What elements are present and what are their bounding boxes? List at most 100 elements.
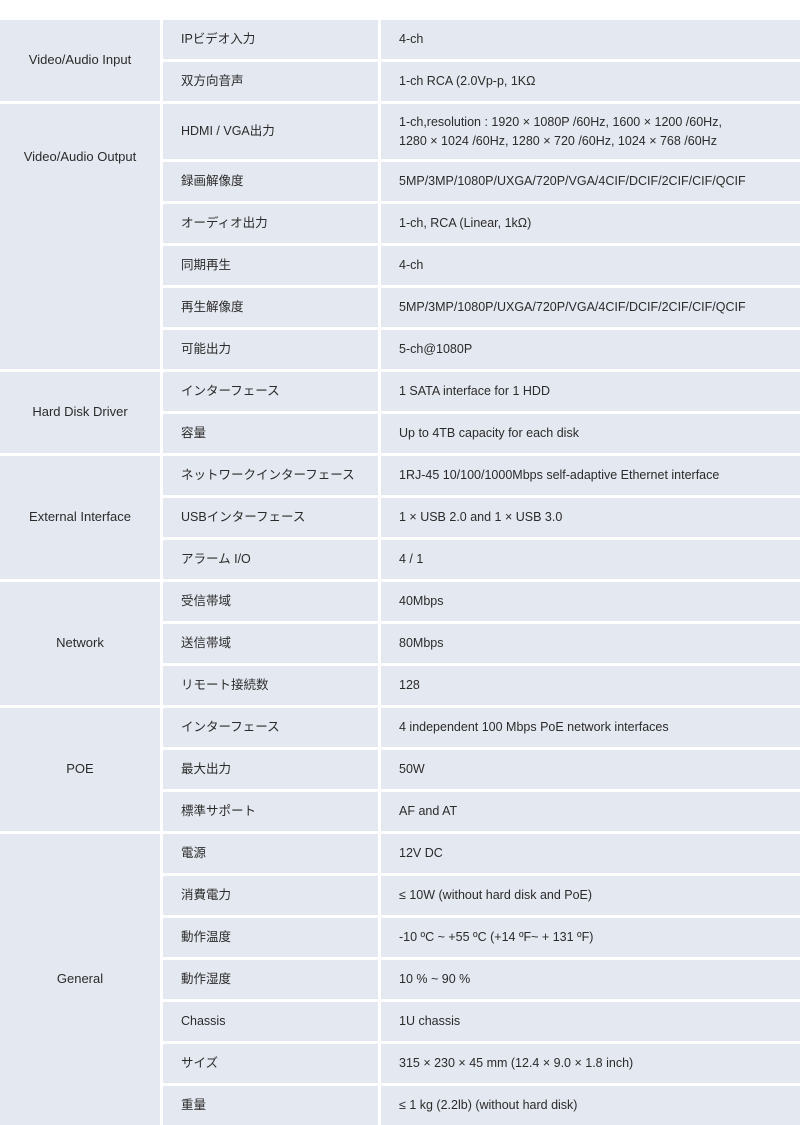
spec-group: POE インターフェース 4 independent 100 Mbps PoE ne… [0,708,800,831]
spec-row-key: 録画解像度 [163,162,378,201]
spec-row-value: ≤ 1 kg (2.2lb) (without hard disk) [381,1086,800,1125]
spec-row-value: 40Mbps [381,582,800,621]
spec-row: 送信帯域 80Mbps [163,624,800,663]
spec-group-rows: HDMI / VGA出力 1-ch,resolution : 1920 × 108… [163,104,800,369]
spec-group-label: External Interface [0,456,160,579]
spec-row-key: インターフェース [163,372,378,411]
spec-row-value: 4 independent 100 Mbps PoE network inter… [381,708,800,747]
spec-row: オーディオ出力 1-ch, RCA (Linear, 1kΩ) [163,204,800,243]
spec-row-value: 50W [381,750,800,789]
spec-row-key: 受信帯域 [163,582,378,621]
spec-group-rows: 電源 12V DC 消費電力 ≤ 10W (without hard disk and… [163,834,800,1125]
spec-row-value: 80Mbps [381,624,800,663]
spec-row-key: 動作湿度 [163,960,378,999]
spec-row-key: Chassis [163,1002,378,1041]
spec-row-value: AF and AT [381,792,800,831]
spec-group-label: POE [0,708,160,831]
spec-row-value: 5-ch@1080P [381,330,800,369]
spec-row: ネットワークインターフェース 1RJ-45 10/100/1000Mbps sel… [163,456,800,495]
spec-row: 同期再生 4-ch [163,246,800,285]
spec-group-label: General [0,834,160,1125]
spec-row-value: Up to 4TB capacity for each disk [381,414,800,453]
spec-row-value: 1-ch, RCA (Linear, 1kΩ) [381,204,800,243]
spec-row-value: 1 × USB 2.0 and 1 × USB 3.0 [381,498,800,537]
spec-row: 動作温度 -10 ºC ~ +55 ºC (+14 ºF~ + 131 ºF) [163,918,800,957]
spec-row-value: 4-ch [381,246,800,285]
spec-row: HDMI / VGA出力 1-ch,resolution : 1920 × 108… [163,104,800,159]
spec-row-value: 5MP/3MP/1080P/UXGA/720P/VGA/4CIF/DCIF/2C… [381,162,800,201]
spec-row-key: 容量 [163,414,378,453]
spec-row-value: 10 % ~ 90 % [381,960,800,999]
spec-row-value: 1 SATA interface for 1 HDD [381,372,800,411]
spec-row-value: 1RJ-45 10/100/1000Mbps self-adaptive Eth… [381,456,800,495]
spec-row-key: 重量 [163,1086,378,1125]
spec-row-key: 送信帯域 [163,624,378,663]
spec-row-value: 12V DC [381,834,800,873]
spec-row-key: 双方向音声 [163,62,378,101]
spec-row: アラーム I/O 4 / 1 [163,540,800,579]
spec-row: インターフェース 4 independent 100 Mbps PoE netwo… [163,708,800,747]
spec-row: 重量 ≤ 1 kg (2.2lb) (without hard disk) [163,1086,800,1125]
spec-row-key: 再生解像度 [163,288,378,327]
spec-row-key: 電源 [163,834,378,873]
spec-row-value: 4 / 1 [381,540,800,579]
spec-row: 双方向音声 1-ch RCA (2.0Vp-p, 1KΩ [163,62,800,101]
spec-group-rows: ネットワークインターフェース 1RJ-45 10/100/1000Mbps sel… [163,456,800,579]
spec-group-rows: インターフェース 1 SATA interface for 1 HDD 容量 Up t… [163,372,800,453]
spec-row-value: 1-ch RCA (2.0Vp-p, 1KΩ [381,62,800,101]
spec-row-value: 5MP/3MP/1080P/UXGA/720P/VGA/4CIF/DCIF/2C… [381,288,800,327]
spec-row-key: 可能出力 [163,330,378,369]
spec-group: Hard Disk Driver インターフェース 1 SATA interface… [0,372,800,453]
spec-row-key: 動作温度 [163,918,378,957]
spec-row: 再生解像度 5MP/3MP/1080P/UXGA/720P/VGA/4CIF/DC… [163,288,800,327]
spec-row: 受信帯域 40Mbps [163,582,800,621]
spec-group: Video/Audio Output HDMI / VGA出力 1-ch,resol… [0,104,800,369]
spec-row: 標準サポート AF and AT [163,792,800,831]
spec-row-key: サイズ [163,1044,378,1083]
spec-row: 可能出力 5-ch@1080P [163,330,800,369]
spec-row: 最大出力 50W [163,750,800,789]
spec-row-value: 315 × 230 × 45 mm (12.4 × 9.0 × 1.8 inch… [381,1044,800,1083]
specification-table: Video/Audio Input IPビデオ入力 4-ch 双方向音声 1-ch RC… [0,20,800,1125]
spec-group-label: Hard Disk Driver [0,372,160,453]
spec-row-key: リモート接続数 [163,666,378,705]
spec-row-key: 最大出力 [163,750,378,789]
spec-group-rows: IPビデオ入力 4-ch 双方向音声 1-ch RCA (2.0Vp-p, 1KΩ [163,20,800,101]
spec-row-key: 標準サポート [163,792,378,831]
spec-group-label: Network [0,582,160,705]
spec-row-key: アラーム I/O [163,540,378,579]
spec-row-value: 1U chassis [381,1002,800,1041]
spec-row-value: ≤ 10W (without hard disk and PoE) [381,876,800,915]
spec-row-value: 1-ch,resolution : 1920 × 1080P /60Hz, 16… [381,104,800,159]
spec-row-value: 4-ch [381,20,800,59]
spec-row: 電源 12V DC [163,834,800,873]
spec-row-key: オーディオ出力 [163,204,378,243]
spec-row-key: HDMI / VGA出力 [163,104,378,159]
spec-row-key: インターフェース [163,708,378,747]
spec-row: USBインターフェース 1 × USB 2.0 and 1 × USB 3.0 [163,498,800,537]
spec-row-key: ネットワークインターフェース [163,456,378,495]
spec-group: External Interface ネットワークインターフェース 1RJ-45 1… [0,456,800,579]
spec-row: リモート接続数 128 [163,666,800,705]
spec-row: サイズ 315 × 230 × 45 mm (12.4 × 9.0 × 1.8 i… [163,1044,800,1083]
spec-row: IPビデオ入力 4-ch [163,20,800,59]
spec-group: Network 受信帯域 40Mbps 送信帯域 80Mbps リモート接続数 128 [0,582,800,705]
spec-row-key: 消費電力 [163,876,378,915]
spec-row: インターフェース 1 SATA interface for 1 HDD [163,372,800,411]
spec-row: Chassis 1U chassis [163,1002,800,1041]
spec-group: General 電源 12V DC 消費電力 ≤ 10W (without hard d… [0,834,800,1125]
spec-group: Video/Audio Input IPビデオ入力 4-ch 双方向音声 1-ch RC… [0,20,800,101]
spec-row: 録画解像度 5MP/3MP/1080P/UXGA/720P/VGA/4CIF/DC… [163,162,800,201]
spec-row-key: USBインターフェース [163,498,378,537]
spec-row: 容量 Up to 4TB capacity for each disk [163,414,800,453]
spec-row-key: 同期再生 [163,246,378,285]
spec-group-rows: インターフェース 4 independent 100 Mbps PoE netwo… [163,708,800,831]
spec-row-key: IPビデオ入力 [163,20,378,59]
spec-group-label: Video/Audio Output [0,104,160,369]
spec-row-value: 128 [381,666,800,705]
spec-row: 消費電力 ≤ 10W (without hard disk and PoE) [163,876,800,915]
spec-row: 動作湿度 10 % ~ 90 % [163,960,800,999]
spec-group-rows: 受信帯域 40Mbps 送信帯域 80Mbps リモート接続数 128 [163,582,800,705]
spec-group-label: Video/Audio Input [0,20,160,101]
spec-row-value: -10 ºC ~ +55 ºC (+14 ºF~ + 131 ºF) [381,918,800,957]
